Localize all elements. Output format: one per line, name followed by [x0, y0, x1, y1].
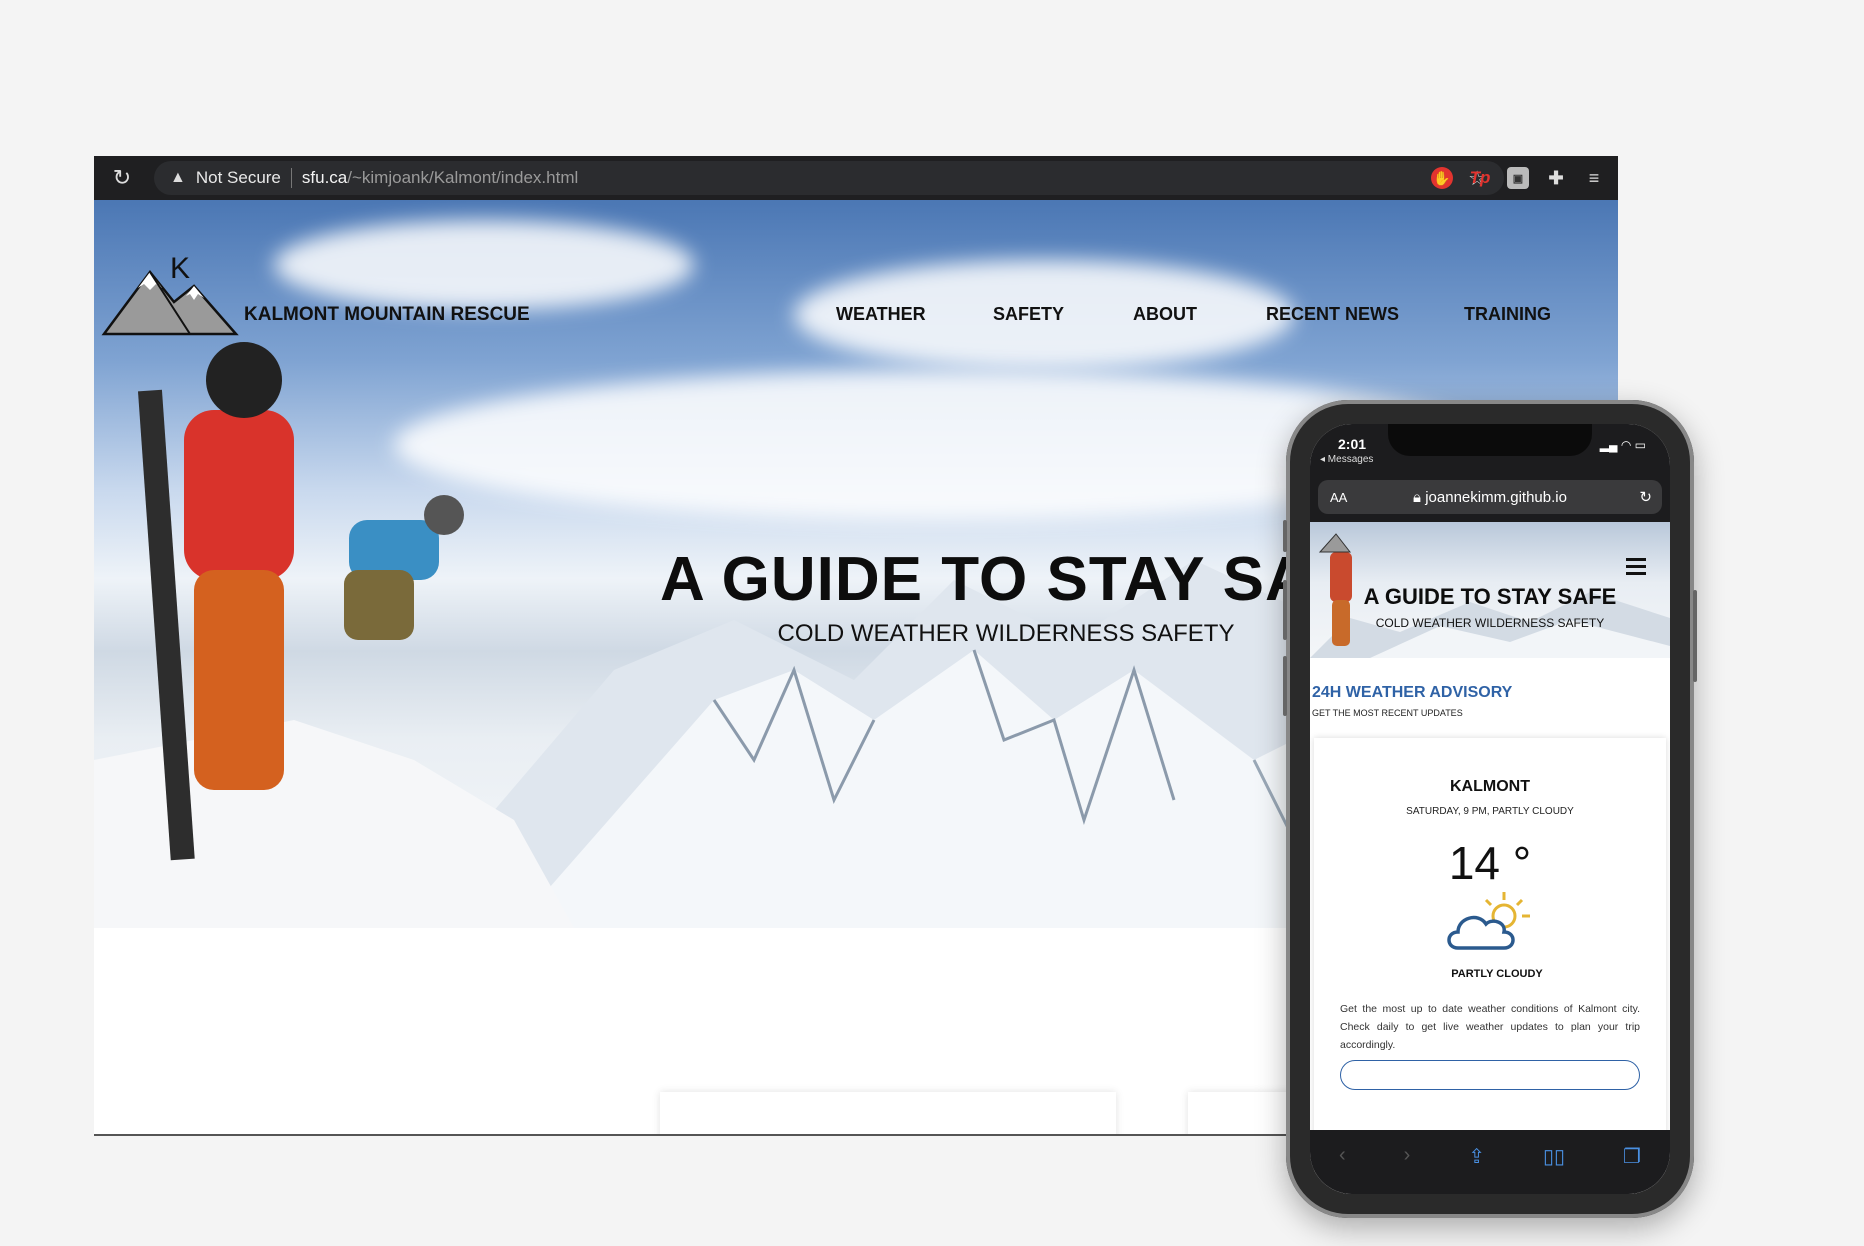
content-card [660, 1092, 1116, 1134]
volume-down-button [1283, 656, 1287, 716]
nav-training[interactable]: TRAINING [1464, 304, 1551, 325]
weather-description: Get the most up to date weather conditio… [1340, 1003, 1640, 1051]
extension-tp-icon[interactable]: Tp [1469, 167, 1491, 189]
advisory-subtitle: GET THE MOST RECENT UPDATES [1312, 708, 1463, 718]
reload-icon[interactable]: ↻ [111, 167, 133, 189]
phone-hero-title: A GUIDE TO STAY SAFE [1363, 584, 1617, 609]
share-icon[interactable]: ⇪ [1468, 1144, 1485, 1169]
logo-letter: K [170, 252, 191, 285]
reading-list-icon[interactable]: ≡ [1583, 167, 1605, 189]
url-path: /~kimjoank/Kalmont/index.html [347, 168, 579, 187]
power-button [1693, 590, 1697, 682]
partly-cloudy-icon [1447, 892, 1530, 950]
phone-url-text: joannekimm.github.io [1425, 488, 1567, 506]
nav-weather[interactable]: WEATHER [836, 304, 926, 325]
hamburger-menu-icon[interactable] [1626, 558, 1646, 579]
bookmarks-book-icon[interactable]: ▯▯ [1543, 1144, 1565, 1169]
tabs-icon[interactable]: ❐ [1623, 1144, 1641, 1169]
warning-icon: ▲ [170, 169, 186, 186]
phone-notch [1388, 424, 1592, 456]
volume-up-button [1283, 580, 1287, 640]
status-time: 2:01 [1338, 436, 1367, 452]
phone-reload-icon[interactable]: ↻ [1639, 488, 1652, 506]
extension-square-icon[interactable]: ▣ [1507, 167, 1529, 189]
weather-conditions: SATURDAY, 9 PM, PARTLY CLOUDY [1406, 806, 1574, 817]
phone-mockup: 2:01 ◂ Messages ▂▄ ◠ ▭ AA 🔒︎ joannekimm.… [1283, 400, 1697, 1218]
url-host: sfu.ca [301, 168, 348, 187]
address-divider [290, 168, 292, 188]
nav-about[interactable]: ABOUT [1133, 304, 1197, 325]
advisory-title: 24H WEATHER ADVISORY [1312, 684, 1513, 701]
safari-address-area: AA 🔒︎ joannekimm.github.io ↻ [1310, 474, 1670, 522]
lock-icon: 🔒︎ [1413, 488, 1426, 506]
mute-switch [1283, 520, 1287, 552]
forward-chevron-icon[interactable]: › [1404, 1144, 1411, 1167]
address-bar[interactable]: ▲ Not Secure sfu.ca /~kimjoank/Kalmont/i… [154, 161, 1504, 195]
weather-action-button[interactable] [1340, 1060, 1640, 1090]
status-bar: 2:01 ◂ Messages ▂▄ ◠ ▭ [1310, 424, 1670, 474]
signal-wifi-battery-icon: ▂▄ ◠ ▭ [1599, 438, 1646, 452]
phone-url[interactable]: 🔒︎ joannekimm.github.io [1318, 489, 1662, 506]
adblock-extension-icon[interactable]: ✋ [1431, 167, 1453, 189]
back-chevron-icon[interactable]: ‹ [1339, 1144, 1346, 1167]
browser-toolbar: ↻ ▲ Not Secure sfu.ca /~kimjoank/Kalmont… [94, 156, 1618, 200]
phone-screen: 2:01 ◂ Messages ▂▄ ◠ ▭ AA 🔒︎ joannekimm.… [1310, 424, 1670, 1194]
weather-card: KALMONT SATURDAY, 9 PM, PARTLY CLOUDY 14… [1314, 738, 1666, 1194]
phone-hero-banner: A GUIDE TO STAY SAFE COLD WEATHER WILDER… [1310, 522, 1670, 658]
security-status[interactable]: Not Secure [196, 168, 281, 188]
safari-address-bar[interactable]: AA 🔒︎ joannekimm.github.io ↻ [1318, 480, 1662, 514]
nav-safety[interactable]: SAFETY [993, 304, 1064, 325]
nav-recent-news[interactable]: RECENT NEWS [1266, 304, 1399, 325]
weather-temperature: 14 ° [1448, 837, 1532, 889]
extensions-puzzle-icon[interactable]: ✚ [1545, 167, 1567, 189]
weather-city: KALMONT [1450, 778, 1530, 795]
back-to-messages[interactable]: ◂ Messages [1320, 454, 1373, 465]
site-name[interactable]: KALMONT MOUNTAIN RESCUE [244, 304, 530, 326]
weather-label: PARTLY CLOUDY [1451, 968, 1543, 980]
phone-hero-subtitle: COLD WEATHER WILDERNESS SAFETY [1375, 616, 1605, 630]
safari-bottom-toolbar: ‹ › ⇪ ▯▯ ❐ [1310, 1130, 1670, 1194]
